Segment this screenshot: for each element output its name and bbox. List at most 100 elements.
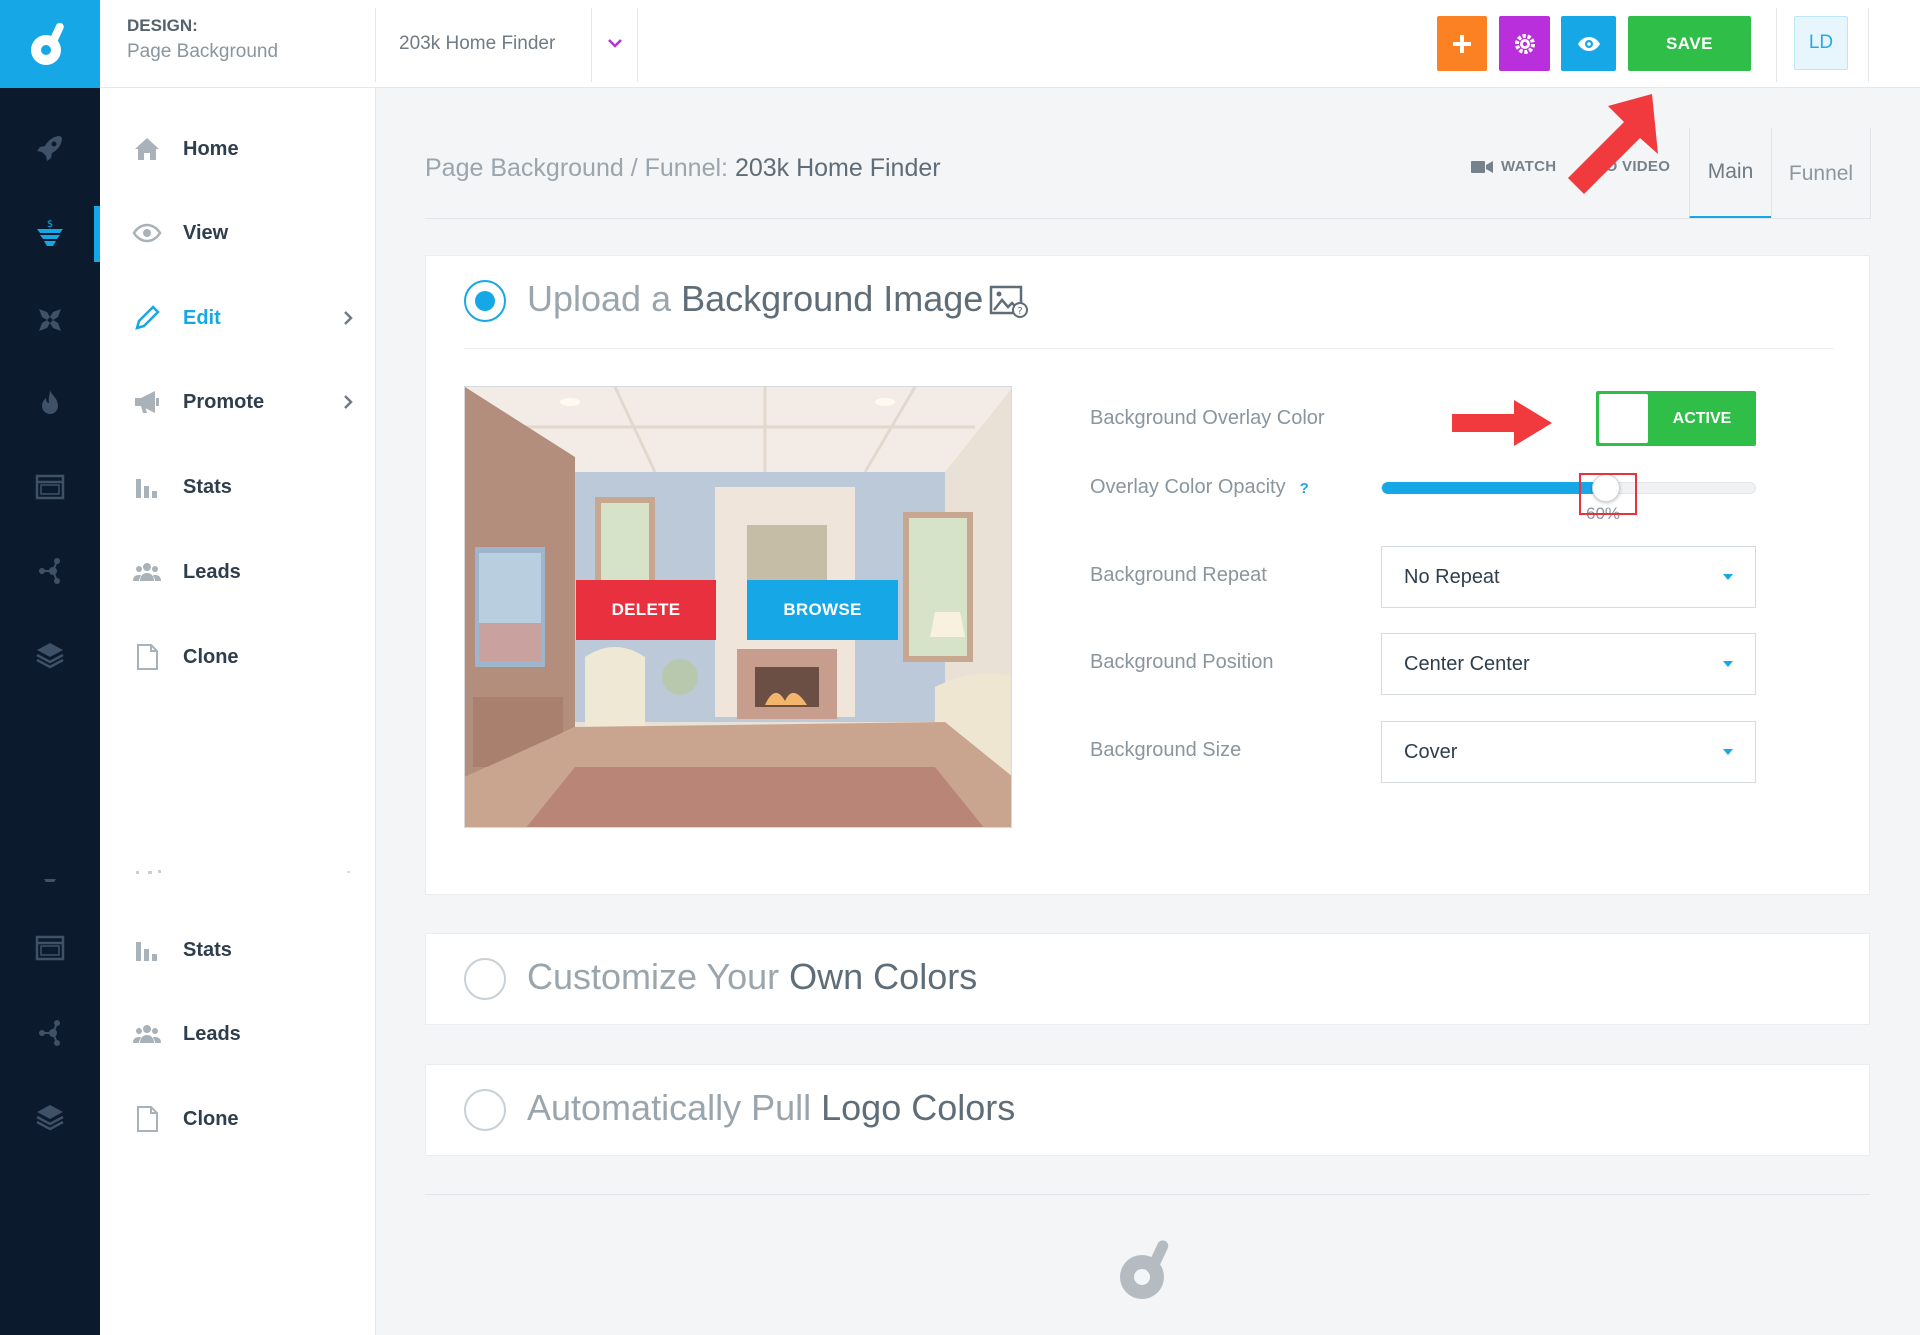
bar-chart-icon	[131, 471, 163, 503]
title-prefix: Customize Your	[527, 956, 790, 997]
funnel-icon[interactable]: $	[0, 206, 100, 262]
sidebar-item-edit[interactable]: Edit	[100, 290, 376, 346]
logo-colors-radio[interactable]	[464, 1089, 506, 1131]
main-content: Page Background / Funnel: 203k Home Find…	[376, 88, 1920, 1335]
people-icon	[131, 556, 163, 588]
layers-icon[interactable]	[0, 627, 100, 683]
section-heading: DESIGN: Page Background	[127, 16, 278, 63]
header-divider	[425, 218, 1870, 219]
tab-funnel[interactable]: Funnel	[1771, 128, 1871, 219]
funnel-selector-label[interactable]: 203k Home Finder	[399, 33, 555, 55]
flame-icon[interactable]	[0, 375, 100, 431]
sidebar-item-label: Stats	[183, 938, 232, 961]
avatar[interactable]: LD	[1794, 16, 1848, 70]
repeat-select[interactable]: No Repeat	[1381, 546, 1756, 608]
svg-text:?: ?	[1018, 306, 1023, 317]
size-select[interactable]: Cover	[1381, 721, 1756, 783]
settings-button[interactable]	[1499, 16, 1550, 71]
position-value: Center Center	[1404, 652, 1530, 675]
title-emphasis: Logo Colors	[821, 1087, 1016, 1128]
sidebar-item-label: View	[183, 221, 229, 244]
delete-image-button[interactable]: DELETE	[576, 580, 716, 640]
annotation-highlight-box	[1579, 473, 1637, 515]
upload-background-title: Upload a Background Image?	[527, 278, 1029, 320]
sidebar-item-clone[interactable]: Clone	[100, 1091, 376, 1147]
sidebar-item-label: Clone	[183, 1107, 239, 1130]
breadcrumb: Page Background / Funnel: 203k Home Find…	[425, 154, 941, 183]
title-prefix: Automatically Pull	[527, 1087, 822, 1128]
sidebar-item-label: Promote	[183, 390, 265, 413]
overlay-color-label: Background Overlay Color	[1090, 407, 1325, 429]
divider	[637, 8, 638, 82]
sidebar-item-stats[interactable]: Stats	[100, 922, 376, 978]
living-room-image	[465, 387, 1011, 827]
position-select[interactable]: Center Center	[1381, 633, 1756, 695]
top-bar: DESIGN: Page Background 203k Home Finder…	[100, 0, 1920, 88]
sidebar-item-view[interactable]: View	[100, 205, 376, 261]
repeat-value: No Repeat	[1404, 565, 1500, 588]
eye-icon	[131, 217, 163, 249]
funnel-icon[interactable]	[0, 862, 100, 882]
opacity-label: Overlay Color Opacity?	[1090, 476, 1309, 499]
document-icon	[131, 641, 163, 673]
opacity-slider[interactable]	[1381, 474, 1756, 502]
help-icon[interactable]: ?	[1300, 480, 1309, 497]
save-button[interactable]: SAVE	[1628, 16, 1751, 71]
toggle-knob	[1599, 394, 1648, 443]
sidebar-item-label: Edit	[183, 306, 221, 329]
document-icon	[131, 1103, 163, 1135]
browser-icon[interactable]	[0, 920, 100, 976]
app-logo-icon[interactable]	[0, 0, 100, 88]
plus-icon	[1453, 34, 1471, 53]
slider-fill	[1382, 482, 1606, 494]
sidebar-item-clone[interactable]: Clone	[100, 629, 376, 685]
sidebar-item-leads[interactable]: Leads	[100, 1006, 376, 1062]
icon-rail: $	[0, 0, 100, 1335]
pencil-icon	[131, 302, 163, 334]
upload-background-radio[interactable]	[464, 280, 506, 322]
image-help-icon[interactable]: ?	[989, 283, 1029, 319]
browser-icon[interactable]	[0, 459, 100, 515]
browse-image-button[interactable]: BROWSE	[747, 580, 898, 640]
video-camera-icon	[1471, 160, 1493, 173]
logo-colors-card: Automatically Pull Logo Colors	[425, 1064, 1870, 1156]
sidebar-item-leads[interactable]: Leads	[100, 544, 376, 600]
rocket-icon[interactable]	[0, 120, 100, 176]
title-emphasis: Background Image	[681, 278, 984, 319]
section-label: DESIGN:	[127, 16, 198, 35]
annotation-arrow-save	[1568, 94, 1658, 194]
sidebar-item-label: Clone	[183, 645, 239, 668]
add-button[interactable]	[1437, 16, 1487, 71]
divider	[375, 8, 376, 82]
network-icon[interactable]	[0, 543, 100, 599]
layers-icon[interactable]	[0, 1089, 100, 1145]
megaphone-icon	[131, 386, 163, 418]
sidebar-item-label: Leads	[183, 560, 241, 583]
network-icon[interactable]	[0, 1005, 100, 1061]
caret-down-icon	[1723, 574, 1733, 580]
logo-colors-title: Automatically Pull Logo Colors	[527, 1087, 1015, 1129]
gear-icon	[1514, 33, 1535, 54]
customize-colors-radio[interactable]	[464, 958, 506, 1000]
section-subtitle: Page Background	[127, 41, 279, 62]
toggle-state-label: ACTIVE	[1672, 409, 1732, 427]
sidebar-item-label: Leads	[183, 1022, 241, 1045]
divider	[591, 8, 592, 82]
sidebar-item-promote[interactable]: Promote	[100, 374, 376, 430]
tools-icon[interactable]	[0, 292, 100, 348]
footer-divider	[425, 1194, 1870, 1195]
overlay-color-toggle[interactable]: ACTIVE	[1596, 391, 1756, 446]
chevron-down-icon[interactable]	[600, 28, 630, 58]
home-icon	[131, 133, 163, 165]
chevron-right-icon	[344, 311, 353, 325]
sidebar-item-home[interactable]: Home	[100, 121, 376, 177]
annotation-arrow-toggle	[1452, 400, 1552, 446]
caret-down-icon	[1723, 749, 1733, 755]
collapsed-items-remnant	[136, 870, 350, 874]
background-image-preview: DELETE BROWSE	[464, 386, 1012, 828]
preview-button[interactable]	[1561, 16, 1616, 71]
caret-down-icon	[1723, 661, 1733, 667]
sidebar-item-stats[interactable]: Stats	[100, 459, 376, 515]
tab-main[interactable]: Main	[1689, 128, 1771, 219]
size-value: Cover	[1404, 740, 1458, 763]
